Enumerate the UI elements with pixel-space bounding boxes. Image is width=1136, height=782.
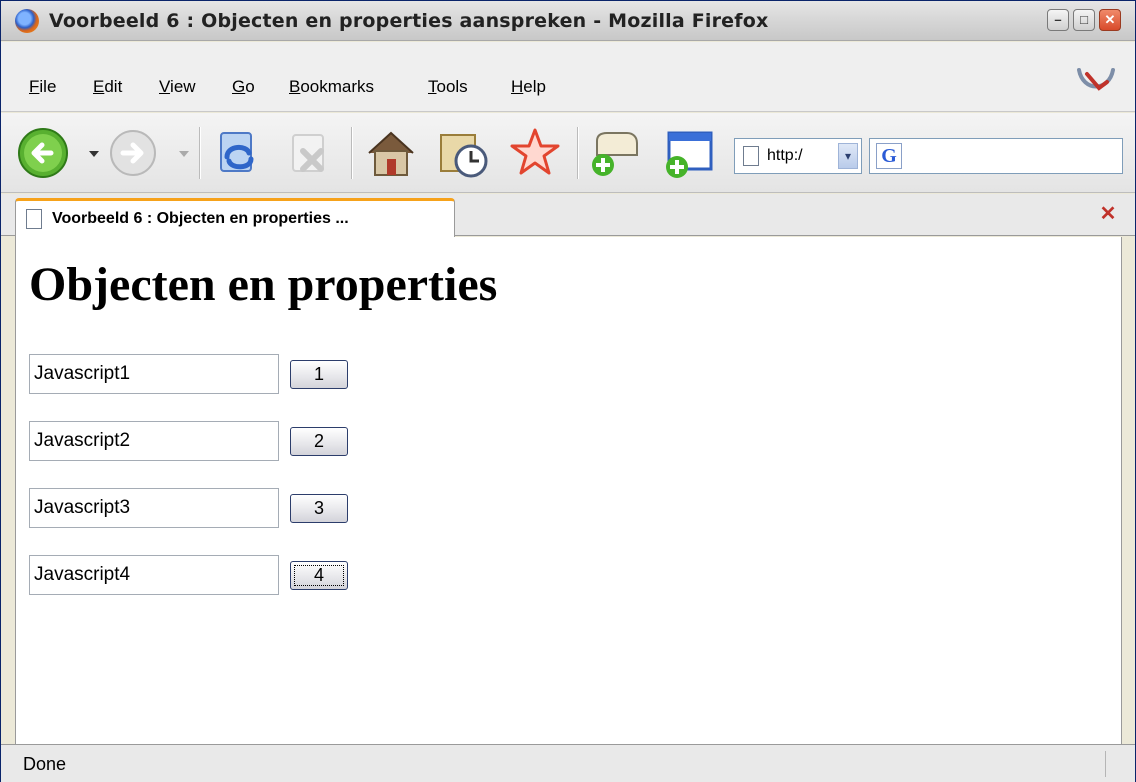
button-2[interactable]: 2 bbox=[290, 427, 348, 456]
javascript3-input[interactable] bbox=[29, 488, 279, 528]
navigation-toolbar: http:/ ▾ G bbox=[1, 113, 1135, 193]
throbber-icon bbox=[1077, 68, 1115, 91]
new-tab-icon[interactable] bbox=[587, 125, 643, 181]
button-3[interactable]: 3 bbox=[290, 494, 348, 523]
history-icon[interactable] bbox=[435, 125, 491, 181]
back-dropdown-icon[interactable] bbox=[89, 151, 99, 157]
search-bar[interactable]: G bbox=[869, 138, 1123, 174]
javascript2-input[interactable] bbox=[29, 421, 279, 461]
browser-window: Voorbeeld 6 : Objecten en properties aan… bbox=[0, 0, 1136, 782]
menu-edit[interactable]: Edit bbox=[93, 77, 122, 97]
forward-dropdown-icon[interactable] bbox=[179, 151, 189, 157]
tab-strip: Voorbeeld 6 : Objecten en properties ...… bbox=[1, 194, 1135, 237]
firefox-logo-icon bbox=[15, 9, 39, 33]
toolbar-separator bbox=[577, 127, 579, 179]
button-4[interactable]: 4 bbox=[290, 561, 348, 590]
menu-go[interactable]: Go bbox=[232, 77, 255, 97]
new-window-icon[interactable] bbox=[659, 125, 715, 181]
javascript4-input[interactable] bbox=[29, 555, 279, 595]
close-button[interactable]: ✕ bbox=[1099, 9, 1121, 31]
url-dropdown-button[interactable]: ▾ bbox=[838, 143, 858, 169]
page-content: Objecten en properties 1 2 3 4 bbox=[15, 237, 1122, 744]
menu-tools[interactable]: Tools bbox=[428, 77, 468, 97]
tab-label: Voorbeeld 6 : Objecten en properties ... bbox=[52, 210, 349, 227]
back-icon[interactable] bbox=[15, 125, 71, 181]
url-text[interactable]: http:/ bbox=[767, 147, 803, 165]
window-title: Voorbeeld 6 : Objecten en properties aan… bbox=[49, 10, 769, 32]
forward-icon[interactable] bbox=[105, 125, 161, 181]
button-1[interactable]: 1 bbox=[290, 360, 348, 389]
menu-bar: File Edit View Go Bookmarks Tools Help bbox=[1, 42, 1135, 112]
stop-icon[interactable] bbox=[281, 125, 337, 181]
tab-voorbeeld-6[interactable]: Voorbeeld 6 : Objecten en properties ... bbox=[15, 198, 455, 237]
reload-icon[interactable] bbox=[211, 125, 267, 181]
menu-file[interactable]: File bbox=[29, 77, 56, 97]
url-bar[interactable]: http:/ ▾ bbox=[734, 138, 862, 174]
status-text: Done bbox=[23, 754, 67, 774]
home-icon[interactable] bbox=[363, 125, 419, 181]
google-search-engine-icon[interactable]: G bbox=[876, 143, 902, 169]
resize-grip-icon[interactable] bbox=[1105, 751, 1131, 777]
maximize-button[interactable]: □ bbox=[1073, 9, 1095, 31]
javascript1-input[interactable] bbox=[29, 354, 279, 394]
menu-view[interactable]: View bbox=[159, 77, 196, 97]
toolbar-separator bbox=[351, 127, 353, 179]
bookmark-star-icon[interactable] bbox=[507, 125, 563, 181]
title-bar: Voorbeeld 6 : Objecten en properties aan… bbox=[1, 1, 1135, 41]
toolbar-separator bbox=[199, 127, 201, 179]
menu-bookmarks[interactable]: Bookmarks bbox=[289, 77, 374, 97]
minimize-button[interactable]: – bbox=[1047, 9, 1069, 31]
status-bar: Done bbox=[1, 744, 1135, 782]
tab-document-icon bbox=[26, 209, 42, 229]
page-heading: Objecten en properties bbox=[29, 258, 498, 311]
close-tab-icon[interactable]: ✕ bbox=[1095, 204, 1121, 226]
page-document-icon bbox=[743, 146, 759, 166]
menu-help[interactable]: Help bbox=[511, 77, 546, 97]
